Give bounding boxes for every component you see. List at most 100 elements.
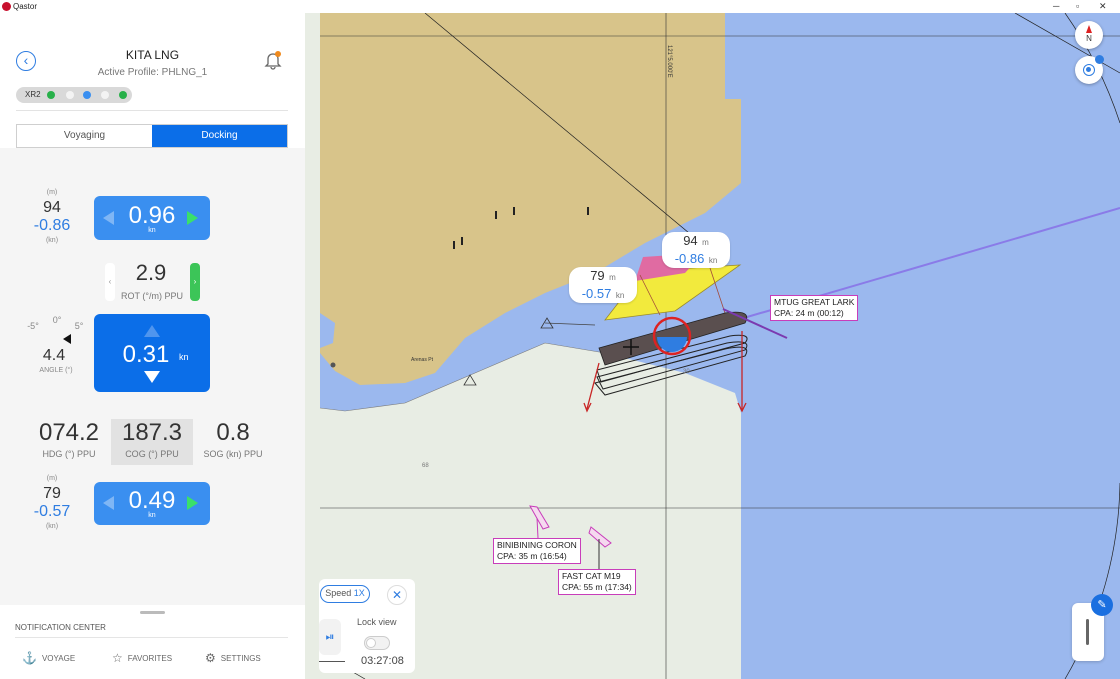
lateral-unit: kn — [179, 352, 189, 362]
restore-button[interactable]: ▫ — [1076, 1, 1079, 11]
device-status-pill[interactable]: XR2 — [16, 87, 132, 103]
hdg-readout: 074.2 HDG (°) PPU — [30, 419, 108, 459]
nav-voyage[interactable]: ⚓ VOYAGE — [22, 651, 75, 665]
status-dot — [47, 91, 55, 99]
drawer-handle[interactable] — [140, 611, 165, 614]
arrow-right-icon — [187, 496, 198, 510]
nautical-chart[interactable]: 121°5.000'E Arenas Pt 68 30 94 m -0.86 k… — [305, 13, 1120, 679]
place-label: Arenas Pt — [411, 357, 434, 363]
depth-label: 30 — [683, 369, 690, 375]
cog-readout[interactable]: 187.3 COG (°) PPU — [111, 419, 193, 465]
bow-speed: -0.86 — [674, 251, 705, 266]
status-dot — [83, 91, 91, 99]
sog-readout: 0.8 SOG (kn) PPU — [196, 419, 270, 459]
stern-distance: 79 — [590, 268, 605, 283]
minimize-button[interactable]: ─ — [1053, 1, 1059, 11]
target-name: MTUG GREAT LARK — [774, 297, 855, 307]
lock-badge-icon — [1095, 55, 1104, 64]
target-cpa: CPA: 55 m (17:34) — [562, 582, 632, 592]
locate-button[interactable] — [1075, 55, 1104, 84]
aft-box-unit: kn — [148, 512, 156, 519]
cog-label: COG (°) PPU — [125, 449, 179, 459]
angle-pos: 5° — [74, 321, 84, 331]
angle-zero: 0° — [52, 315, 62, 325]
close-window-button[interactable]: ✕ — [1099, 1, 1107, 12]
fwd-speed-box[interactable]: 0.96 kn — [94, 196, 210, 240]
target-name: FAST CAT M19 — [562, 571, 621, 581]
angle-label: ANGLE (°) — [39, 367, 73, 374]
docking-panel: ‹ KITA LNG Active Profile: PHLNG_1 XR2 V… — [0, 13, 305, 679]
playback-timer: 03:27:08 — [361, 655, 404, 667]
speed-prefix: Speed — [325, 588, 354, 598]
locate-icon — [1083, 64, 1095, 76]
sog-label: SOG (kn) PPU — [203, 449, 263, 459]
window-title: Qastor — [13, 2, 38, 11]
stern-distance-unit: m — [609, 273, 616, 282]
tab-voyaging[interactable]: Voyaging — [17, 125, 152, 147]
chart-canvas[interactable]: 121°5.000'E Arenas Pt 68 30 — [305, 13, 1120, 679]
playback-panel: Speed 1X ✕ ⏯ Lock view 03:27:08 — [319, 579, 415, 673]
notification-center-title: NOTIFICATION CENTER — [15, 623, 106, 632]
rot-right-button[interactable]: › — [190, 263, 200, 301]
target-label[interactable]: BINIBINING CORON CPA: 35 m (16:54) — [493, 538, 581, 564]
aft-distance: 79 — [43, 485, 61, 502]
aft-distance-unit: (m) — [46, 475, 58, 482]
compass-button[interactable]: N — [1075, 21, 1103, 49]
playback-progress[interactable] — [319, 661, 345, 662]
nav-favorites[interactable]: ☆ FAVORITES — [112, 651, 172, 665]
speed-button[interactable]: Speed 1X — [320, 585, 370, 603]
nav-favorites-label: FAVORITES — [127, 653, 173, 663]
target-cpa: CPA: 24 m (00:12) — [774, 308, 844, 318]
notification-bell-icon[interactable] — [264, 51, 282, 71]
play-pause-button[interactable]: ⏯ — [319, 619, 341, 655]
close-playback-button[interactable]: ✕ — [387, 585, 407, 605]
zoom-handle[interactable] — [1086, 619, 1089, 645]
target-label[interactable]: FAST CAT M19 CPA: 55 m (17:34) — [558, 569, 636, 595]
compass-north-label: N — [1086, 34, 1092, 43]
target-label[interactable]: MTUG GREAT LARK CPA: 24 m (00:12) — [770, 295, 859, 321]
aft-speed-box[interactable]: 0.49 kn — [94, 482, 210, 525]
fwd-distance-unit: (m) — [46, 189, 58, 196]
rot-value: 2.9 — [135, 260, 167, 285]
depth-label: 68 — [422, 463, 429, 469]
stern-speed-unit: kn — [615, 291, 625, 300]
status-dot — [101, 91, 109, 99]
compass-needle-icon — [1086, 25, 1092, 33]
close-icon: ✕ — [391, 588, 403, 602]
nav-settings[interactable]: ⚙ SETTINGS — [205, 651, 261, 665]
arrow-down-icon — [144, 371, 160, 383]
star-icon: ☆ — [112, 651, 123, 665]
lock-view-label: Lock view — [357, 617, 397, 627]
aft-speed-unit: (kn) — [45, 523, 59, 530]
tab-docking[interactable]: Docking — [152, 125, 287, 147]
rot-label: ROT (°/m) PPU — [121, 291, 183, 301]
vessel-name: KITA LNG — [125, 48, 180, 62]
stern-speed: -0.57 — [581, 286, 612, 301]
gear-icon: ⚙ — [205, 651, 216, 665]
speed-value: 1X — [353, 588, 365, 598]
nav-voyage-label: VOYAGE — [41, 653, 76, 663]
fwd-distance: 94 — [43, 199, 61, 216]
pencil-icon: ✎ — [1097, 599, 1107, 611]
panel-header: ‹ KITA LNG Active Profile: PHLNG_1 XR2 V… — [0, 13, 305, 148]
status-dot — [119, 91, 127, 99]
status-dot — [66, 91, 74, 99]
hdg-value: 074.2 — [38, 419, 100, 446]
app-logo-icon — [2, 2, 11, 11]
voyage-icon: ⚓ — [22, 651, 37, 665]
edit-button[interactable]: ✎ — [1091, 594, 1113, 616]
notification-center[interactable]: NOTIFICATION CENTER ⚓ VOYAGE ☆ FAVORITES… — [0, 605, 305, 679]
lock-view-toggle[interactable] — [364, 636, 390, 650]
fwd-speed: -0.86 — [33, 217, 71, 234]
hdg-label: HDG (°) PPU — [42, 449, 96, 459]
lateral-speed-box[interactable]: 0.31 kn — [94, 314, 210, 392]
fwd-box-unit: kn — [148, 227, 156, 234]
arrow-up-icon — [144, 325, 160, 337]
bow-distance-bubble: 94 m -0.86 kn — [662, 232, 730, 268]
angle-value: 4.4 — [42, 347, 66, 364]
target-cpa: CPA: 35 m (16:54) — [497, 551, 567, 561]
divider — [15, 637, 288, 638]
mode-tabs: Voyaging Docking — [16, 124, 288, 148]
docking-readouts: (m) 94 -0.86 (kn) 0.96 kn ‹ 2.9 ROT (°/m… — [0, 153, 305, 605]
angle-neg: -5° — [27, 321, 39, 331]
